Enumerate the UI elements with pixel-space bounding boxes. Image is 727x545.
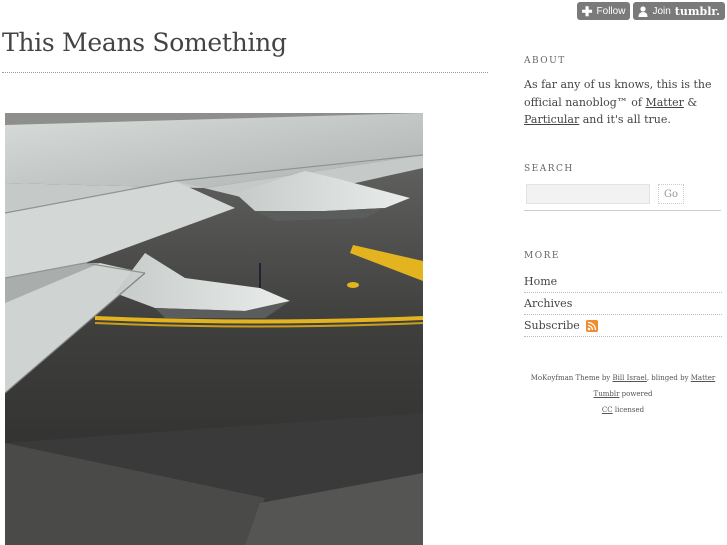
more-item-home[interactable]: Home [524, 271, 722, 293]
blog-title[interactable]: This Means Something [2, 28, 287, 57]
follow-label: Follow [596, 5, 626, 17]
follow-button[interactable]: ✚ Follow [576, 2, 631, 20]
credits-line-2: Tumblr powered [524, 386, 722, 402]
tumblr-controls: ✚ Follow Join tumblr. [576, 2, 725, 20]
search-heading: SEARCH [524, 164, 574, 174]
matter-link[interactable]: Matter [645, 96, 683, 109]
person-icon [638, 5, 648, 17]
credits-line-3: CC licensed [524, 402, 722, 418]
plus-icon: ✚ [581, 3, 593, 19]
search-input[interactable] [526, 184, 650, 204]
rss-icon[interactable] [585, 319, 598, 332]
join-label: Join [652, 5, 671, 17]
licensed-text: licensed [614, 406, 645, 414]
airplane-wing-photo [5, 113, 423, 545]
about-heading: ABOUT [524, 56, 566, 66]
powered-text: powered [621, 390, 653, 398]
tumblr-link[interactable]: Tumblr [594, 390, 620, 398]
more-item-archives[interactable]: Archives [524, 293, 722, 315]
archives-link[interactable]: Archives [524, 293, 572, 314]
author-link[interactable]: Bill Israel [613, 374, 647, 382]
particular-link[interactable]: Particular [524, 113, 579, 126]
join-tumblr-button[interactable]: Join tumblr. [633, 2, 725, 20]
search-divider [524, 210, 721, 211]
subscribe-link[interactable]: Subscribe [524, 315, 580, 336]
post-photo[interactable] [5, 113, 423, 545]
about-text-part-1: As far any of us knows, this is the offi… [524, 78, 712, 109]
about-text: As far any of us knows, this is the offi… [524, 76, 722, 129]
more-item-subscribe[interactable]: Subscribe [524, 315, 722, 337]
search-form: Go [524, 184, 722, 204]
credits-line-1: MoKoyfman Theme by Bill Israel, blinged … [524, 370, 722, 386]
credits-text-1: MoKoyfman Theme by [530, 374, 611, 382]
credits-text-2: , blinged by [646, 374, 689, 382]
about-section: ABOUT As far any of us knows, this is th… [524, 56, 722, 129]
sidebar: ABOUT As far any of us knows, this is th… [524, 56, 722, 414]
search-section: SEARCH Go [524, 164, 722, 211]
home-link[interactable]: Home [524, 271, 557, 292]
tumblr-logo: tumblr. [674, 4, 720, 18]
cc-link[interactable]: CC [602, 406, 613, 414]
about-text-part-2: and it's all true. [582, 113, 671, 126]
more-list: Home Archives Subscribe [524, 271, 722, 337]
more-heading: MORE [524, 251, 560, 261]
about-ampersand: & [687, 95, 698, 109]
search-go-button[interactable]: Go [658, 184, 684, 204]
footer-credits: MoKoyfman Theme by Bill Israel, blinged … [524, 370, 722, 418]
title-divider [2, 72, 488, 73]
blinger-link[interactable]: Matter [691, 374, 715, 382]
more-section: MORE Home Archives Subscribe [524, 251, 722, 337]
